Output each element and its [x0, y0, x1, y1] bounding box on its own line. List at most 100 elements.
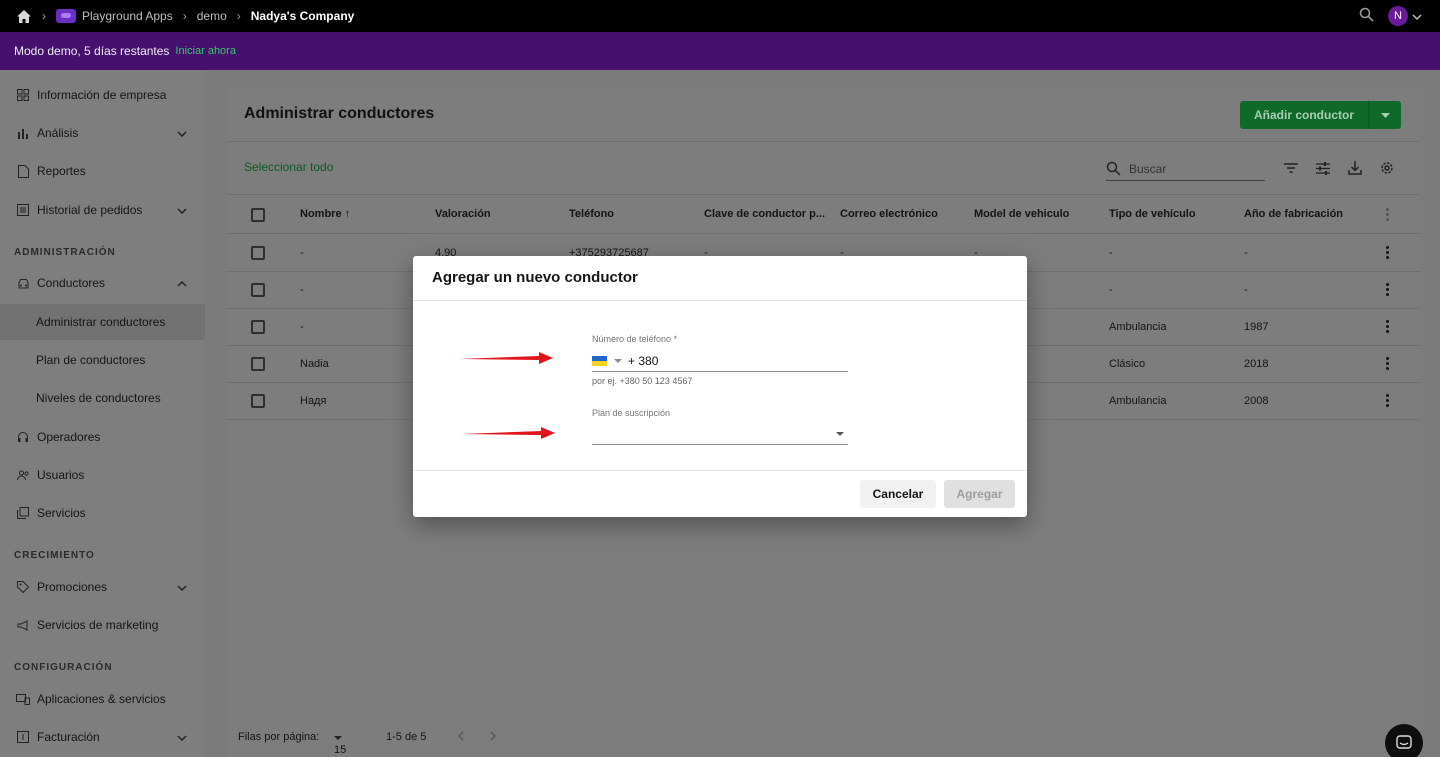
chevron-up-icon — [177, 276, 187, 290]
sidebar-item-label: Análisis — [37, 126, 79, 140]
row-checkbox[interactable] — [251, 357, 265, 371]
breadcrumb-env[interactable]: demo — [197, 9, 227, 23]
table-toolbar: Seleccionar todo Buscar — [226, 143, 1420, 195]
row-menu-icon[interactable] — [1386, 357, 1390, 372]
section-configuration: CONFIGURACIÓN — [14, 662, 113, 673]
next-page-icon[interactable] — [490, 731, 496, 744]
plan-label: Plan de suscripción — [592, 408, 671, 418]
sidebar-item-label: Historial de pedidos — [37, 203, 143, 217]
column-header-email[interactable]: Correo electrónico — [840, 208, 938, 220]
cancel-button[interactable]: Cancelar — [860, 480, 936, 508]
sidebar-item-reports[interactable]: Reportes — [0, 153, 205, 189]
column-header-name[interactable]: Nombre ↑ — [300, 208, 350, 220]
avatar: N — [1388, 6, 1408, 26]
chevron-down-icon — [177, 203, 187, 217]
add-driver-dropdown[interactable] — [1368, 101, 1401, 129]
row-menu-icon[interactable] — [1386, 394, 1390, 409]
breadcrumb-app[interactable]: Playground Apps — [82, 9, 173, 23]
search-icon[interactable] — [1359, 7, 1374, 25]
sidebar-item-company-info[interactable]: Información de empresa — [0, 77, 205, 113]
sidebar-item-label: Reportes — [37, 164, 86, 178]
column-header-vehicle-model[interactable]: Model de vehiculo — [974, 208, 1069, 220]
devices-icon — [16, 692, 30, 706]
column-header-year[interactable]: Año de fabricación — [1244, 208, 1343, 220]
row-checkbox[interactable] — [251, 394, 265, 408]
sidebar-item-marketing[interactable]: Servicios de marketing — [0, 607, 205, 643]
search-icon — [1106, 161, 1121, 176]
caret-down-icon — [334, 736, 342, 740]
cell-year: 1987 — [1244, 321, 1269, 333]
add-driver-dialog: Agregar un nuevo conductor Número de tel… — [413, 256, 1027, 517]
cell-vehicle-type: Ambulancia — [1109, 321, 1167, 333]
app-logo-icon — [56, 9, 76, 23]
home-icon[interactable] — [16, 9, 32, 24]
download-icon[interactable] — [1346, 159, 1364, 177]
rows-per-page-select[interactable]: 15 — [334, 731, 346, 756]
row-checkbox[interactable] — [251, 283, 265, 297]
section-growth: CRECIMIENTO — [14, 550, 95, 561]
caret-down-icon[interactable] — [614, 359, 622, 363]
search-input[interactable]: Buscar — [1106, 157, 1265, 181]
sidebar-item-manage-drivers[interactable]: Administrar conductores — [0, 304, 205, 340]
select-all-checkbox[interactable] — [251, 208, 265, 222]
sidebar-item-label: Información de empresa — [37, 88, 167, 102]
column-header-driver-key[interactable]: Clave de conductor p... — [704, 208, 825, 220]
sidebar-item-driver-levels[interactable]: Niveles de conductores — [0, 380, 205, 416]
divider — [413, 470, 1027, 471]
sidebar-item-promotions[interactable]: Promociones — [0, 569, 205, 605]
row-menu-icon[interactable] — [1386, 283, 1390, 298]
sidebar-item-users[interactable]: Usuarios — [0, 457, 205, 493]
row-checkbox[interactable] — [251, 320, 265, 334]
cell-year: 2018 — [1244, 358, 1269, 370]
sidebar-item-services[interactable]: Servicios — [0, 495, 205, 531]
columns-menu-icon[interactable] — [1386, 208, 1390, 223]
cell-vehicle-type: - — [1109, 284, 1113, 296]
prev-page-icon[interactable] — [458, 731, 464, 744]
sidebar-item-apps[interactable]: Aplicaciones & servicios — [0, 681, 205, 717]
demo-banner: Modo demo, 5 días restantes Iniciar ahor… — [0, 32, 1440, 70]
add-button[interactable]: Agregar — [944, 480, 1015, 508]
billing-icon — [16, 730, 30, 744]
account-menu[interactable]: N — [1388, 6, 1422, 26]
sidebar-item-billing[interactable]: Facturación — [0, 719, 205, 755]
sidebar-item-driver-plans[interactable]: Plan de conductores — [0, 342, 205, 378]
section-administration: ADMINISTRACIÓN — [14, 247, 116, 258]
add-driver-label: Añadir conductor — [1253, 108, 1354, 122]
cell-vehicle-type: - — [1109, 247, 1113, 259]
settings-gear-icon[interactable] — [1378, 159, 1396, 177]
sidebar-item-order-history[interactable]: Historial de pedidos — [0, 192, 205, 228]
column-header-rating[interactable]: Valoración — [435, 208, 491, 220]
page-header: Administrar conductores Añadir conductor — [226, 88, 1420, 142]
filter-icon[interactable] — [1282, 159, 1300, 177]
plan-select[interactable] — [592, 425, 848, 445]
sidebar: Información de empresa Análisis Reportes… — [0, 70, 205, 757]
add-driver-button[interactable]: Añadir conductor — [1240, 101, 1401, 129]
cell-name: - — [300, 284, 304, 296]
cell-vehicle-type: Clásico — [1109, 358, 1146, 370]
cell-year: 2008 — [1244, 395, 1269, 407]
cell-name: Nadia — [300, 358, 329, 370]
row-menu-icon[interactable] — [1386, 246, 1390, 261]
cell-name: Надя — [300, 395, 327, 407]
cell-vehicle-type: Ambulancia — [1109, 395, 1167, 407]
row-checkbox[interactable] — [251, 246, 265, 260]
sidebar-item-drivers[interactable]: Conductores — [0, 265, 205, 301]
tune-icon[interactable] — [1314, 159, 1332, 177]
sidebar-item-analysis[interactable]: Análisis — [0, 115, 205, 151]
ukraine-flag-icon[interactable] — [592, 356, 607, 366]
sidebar-item-label: Usuarios — [37, 468, 85, 482]
chevron-down-icon — [177, 126, 187, 140]
column-header-vehicle-type[interactable]: Tipo de vehículo — [1109, 208, 1196, 220]
column-header-phone[interactable]: Teléfono — [569, 208, 614, 220]
list-icon — [16, 203, 30, 217]
sidebar-item-operators[interactable]: Operadores — [0, 419, 205, 455]
tag-icon — [16, 580, 30, 594]
row-menu-icon[interactable] — [1386, 320, 1390, 335]
select-all-link[interactable]: Seleccionar todo — [244, 160, 333, 174]
start-now-link[interactable]: Iniciar ahora — [175, 45, 236, 57]
breadcrumb-company[interactable]: Nadya's Company — [251, 9, 355, 23]
chat-launcher-icon[interactable] — [1385, 724, 1423, 757]
users-icon — [16, 468, 30, 482]
sidebar-item-label: Servicios de marketing — [37, 618, 159, 632]
phone-input[interactable]: + 380 — [592, 351, 848, 372]
